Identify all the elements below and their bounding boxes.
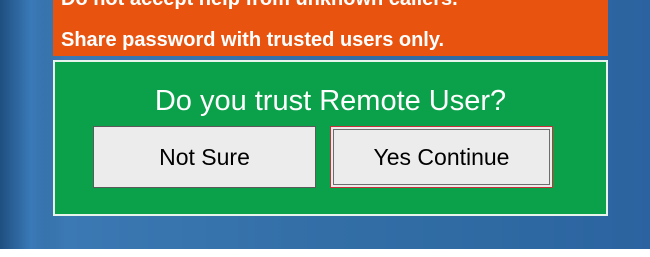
security-warning-banner: Do not accept help from unknown callers.…	[53, 0, 608, 56]
warning-line-2: Share password with trusted users only.	[61, 29, 445, 51]
not-sure-button[interactable]: Not Sure	[93, 126, 316, 188]
warning-line-1: Do not accept help from unknown callers.	[61, 0, 458, 13]
trust-prompt-panel: Do you trust Remote User? Not Sure Yes C…	[53, 60, 608, 216]
yes-continue-button[interactable]: Yes Continue	[330, 126, 553, 188]
trust-question: Do you trust Remote User?	[154, 85, 507, 117]
